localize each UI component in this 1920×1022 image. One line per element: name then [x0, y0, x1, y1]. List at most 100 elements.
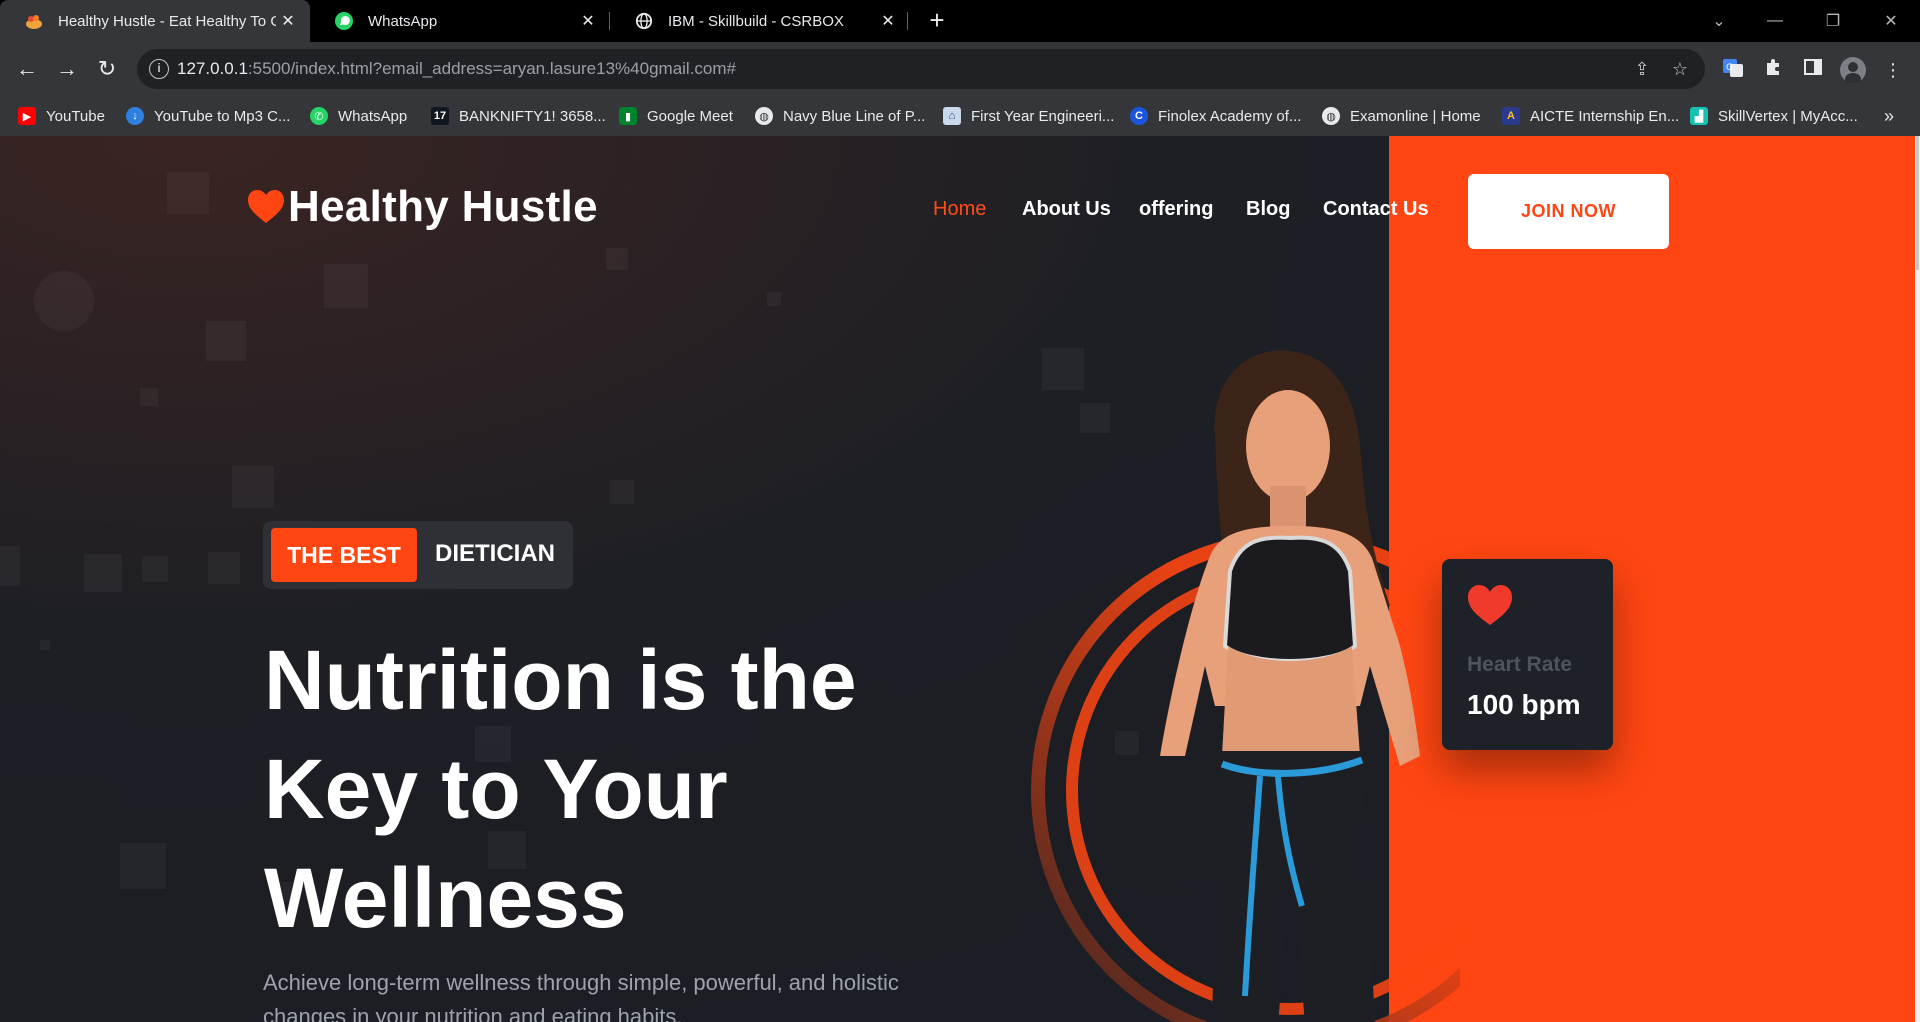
bookmark-label: BANKNIFTY1! 3658...	[459, 107, 606, 125]
bookmark-label: Navy Blue Line of P...	[783, 107, 926, 125]
bookmark-banknifty[interactable]: 17 BANKNIFTY1! 3658...	[431, 104, 606, 128]
bookmark-label: SkillVertex | MyAcc...	[1718, 107, 1858, 125]
globe-icon	[634, 11, 654, 31]
youtube-icon: ▶	[18, 107, 36, 125]
google-translate-icon[interactable]: G	[1720, 57, 1746, 83]
salad-icon	[24, 11, 44, 31]
bookmark-label: YouTube	[46, 107, 105, 125]
kebab-menu-icon[interactable]: ⋮	[1880, 57, 1906, 83]
bookmark-finolex[interactable]: C Finolex Academy of...	[1130, 104, 1301, 128]
bookmark-youtube[interactable]: ▶ YouTube	[18, 104, 105, 128]
site-logo[interactable]: Healthy Hustle	[246, 182, 598, 232]
bookmark-examonline[interactable]: ◍ Examonline | Home	[1322, 104, 1481, 128]
bookmark-star-icon[interactable]: ☆	[1669, 58, 1691, 80]
decor-square	[767, 292, 781, 306]
restore-icon[interactable]: ❐	[1810, 0, 1856, 42]
hero-badge: THE BEST DIETICIAN	[263, 521, 573, 589]
svg-text:G: G	[1726, 63, 1733, 73]
decor-square	[84, 554, 122, 592]
bookmark-navy-blue[interactable]: ◍ Navy Blue Line of P...	[755, 104, 925, 128]
side-panel-icon[interactable]	[1800, 57, 1826, 83]
college-icon: ⌂	[943, 107, 961, 125]
decor-circle	[34, 271, 94, 331]
bookmark-label: First Year Engineeri...	[971, 107, 1115, 125]
share-icon[interactable]: ⇪	[1631, 58, 1653, 80]
tab-title: Healthy Hustle - Eat Healthy To G	[58, 12, 276, 30]
join-now-button[interactable]: JOIN NOW	[1468, 174, 1669, 249]
scrollbar[interactable]	[1915, 136, 1920, 1022]
web-page: Healthy Hustle Home About Us offering Bl…	[0, 136, 1920, 1022]
extensions-puzzle-icon[interactable]	[1760, 57, 1786, 83]
decor-square	[208, 552, 240, 584]
nav-contact-us[interactable]: Contact Us	[1323, 198, 1429, 221]
hero-title-line: Nutrition is the	[264, 633, 857, 727]
heart-icon	[1468, 585, 1512, 625]
decor-square	[120, 843, 166, 889]
minimize-icon[interactable]: —	[1752, 0, 1798, 42]
tab-title: IBM - Skillbuild - CSRBOX	[668, 12, 844, 30]
nav-about-us[interactable]: About Us	[1022, 198, 1111, 221]
decor-square	[324, 264, 368, 308]
bookmark-first-year[interactable]: ⌂ First Year Engineeri...	[943, 104, 1114, 128]
browser-toolbar: ← → ↻ i 127.0.0.1:5500/index.html?email_…	[0, 42, 1920, 96]
more-bookmarks-chevron-icon[interactable]: »	[1884, 104, 1894, 128]
address-bar[interactable]: i 127.0.0.1:5500/index.html?email_addres…	[137, 49, 1705, 89]
aicte-icon: A	[1502, 107, 1520, 125]
bookmark-yt-mp3[interactable]: ↓ YouTube to Mp3 C...	[126, 104, 290, 128]
hero-title-line: Wellness	[264, 851, 627, 945]
url-text[interactable]: 127.0.0.1:5500/index.html?email_address=…	[177, 59, 736, 79]
profile-avatar[interactable]	[1840, 57, 1866, 85]
decor-square	[167, 172, 209, 214]
browser-tab-whatsapp[interactable]: WhatsApp ✕	[310, 0, 610, 42]
nav-offering[interactable]: offering	[1139, 198, 1213, 221]
decor-square	[140, 388, 158, 406]
browser-tab-ibm[interactable]: IBM - Skillbuild - CSRBOX ✕	[610, 0, 910, 42]
decor-square	[232, 466, 274, 508]
bookmark-label: AICTE Internship En...	[1530, 107, 1680, 125]
decor-square	[610, 480, 634, 504]
hero-title-line: Key to Your	[264, 742, 728, 836]
bookmark-skillvertex[interactable]: ▟ SkillVertex | MyAcc...	[1690, 104, 1858, 128]
back-arrow-icon[interactable]: ←	[12, 54, 42, 84]
reload-icon[interactable]: ↻	[92, 54, 122, 84]
bookmark-whatsapp[interactable]: ✆ WhatsApp	[310, 104, 407, 128]
finolex-icon: C	[1130, 107, 1148, 125]
new-tab-plus-icon[interactable]: +	[922, 6, 952, 36]
heart-rate-value: 100 bpm	[1467, 689, 1581, 720]
nav-blog[interactable]: Blog	[1246, 198, 1290, 221]
browser-tab-healthy-hustle[interactable]: Healthy Hustle - Eat Healthy To G ✕	[0, 0, 310, 42]
bookmark-label: WhatsApp	[338, 107, 408, 125]
decor-square	[142, 556, 168, 582]
close-tab-icon[interactable]: ✕	[576, 11, 600, 31]
close-window-icon[interactable]: ✕	[1868, 0, 1914, 42]
close-tab-icon[interactable]: ✕	[876, 11, 900, 31]
bookmark-google-meet[interactable]: ▮ Google Meet	[619, 104, 733, 128]
tab-search-chevron-icon[interactable]: ⌄	[1696, 0, 1742, 42]
tab-separator	[907, 12, 908, 30]
badge-highlight: THE BEST	[271, 528, 417, 582]
globe-icon: ◍	[1322, 107, 1340, 125]
whatsapp-icon: ✆	[310, 107, 328, 125]
bookmarks-bar: ▶ YouTube ↓ YouTube to Mp3 C... ✆ WhatsApp …	[0, 96, 1920, 136]
badge-text: DIETICIAN	[435, 540, 555, 567]
site-info-icon[interactable]: i	[149, 59, 169, 79]
decor-square	[40, 640, 50, 650]
url-rest: :5500/index.html?email_address=aryan.las…	[247, 59, 736, 78]
heart-logo-icon	[248, 190, 284, 223]
tab-title: WhatsApp	[368, 12, 438, 30]
scrollbar-thumb[interactable]	[1916, 136, 1919, 270]
bookmark-label: Finolex Academy of...	[1158, 107, 1302, 125]
url-host: 127.0.0.1	[177, 59, 248, 78]
forward-arrow-icon[interactable]: →	[52, 54, 82, 84]
logo-text: Healthy Hustle	[288, 182, 598, 231]
bookmark-aicte[interactable]: A AICTE Internship En...	[1502, 104, 1679, 128]
skillvertex-icon: ▟	[1690, 107, 1708, 125]
close-tab-icon[interactable]: ✕	[276, 11, 300, 31]
bookmark-label: Examonline | Home	[1350, 107, 1481, 125]
hero-woman-image	[1031, 350, 1460, 1022]
bookmark-label: YouTube to Mp3 C...	[154, 107, 291, 125]
tradingview-icon: 17	[431, 107, 449, 125]
heart-rate-label: Heart Rate	[1467, 653, 1573, 676]
hero-subtitle: Achieve long-term wellness through simpl…	[263, 970, 899, 1022]
nav-home[interactable]: Home	[933, 198, 986, 221]
